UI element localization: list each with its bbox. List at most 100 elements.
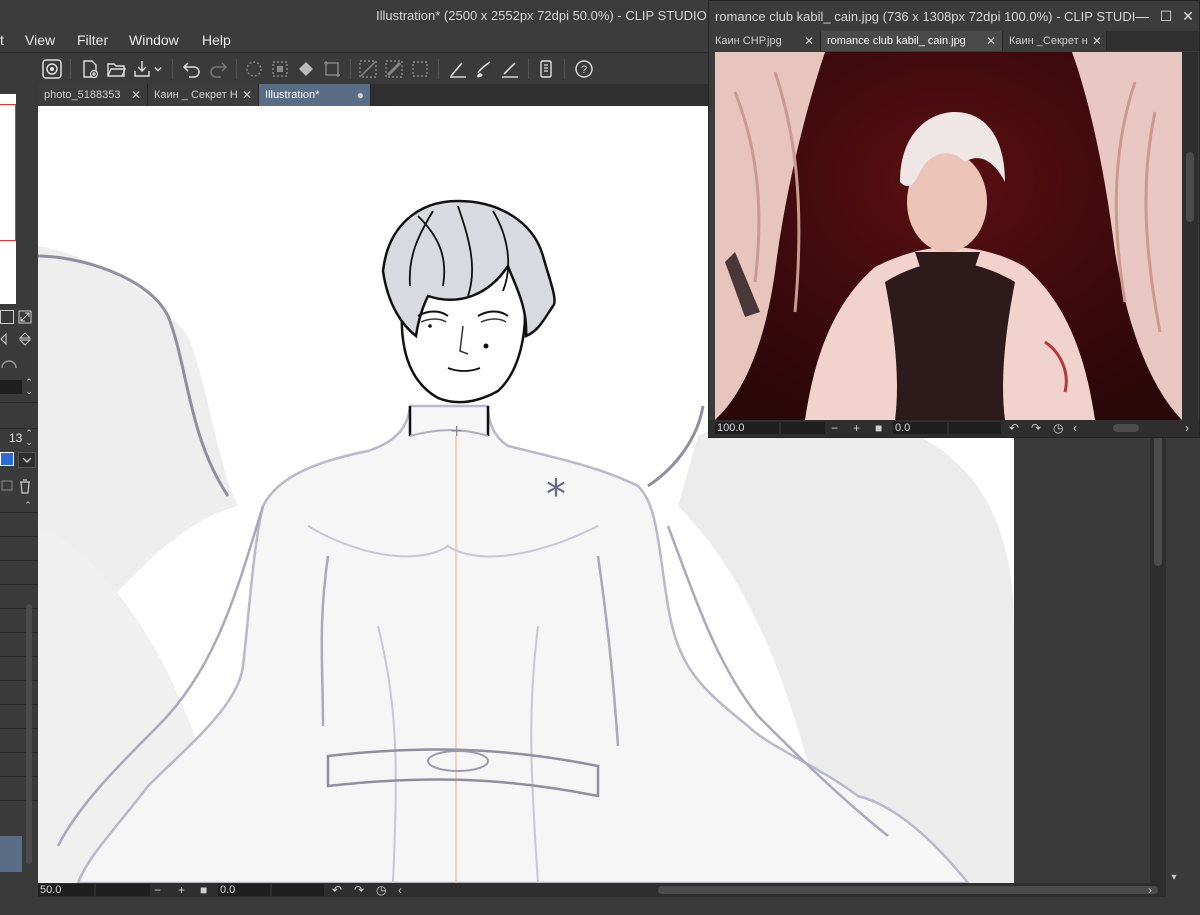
flip-vertical-icon[interactable] xyxy=(18,332,32,346)
grid-icon[interactable] xyxy=(382,57,406,81)
new-file-icon[interactable] xyxy=(78,57,102,81)
sub-zoom-field[interactable]: 100.0 xyxy=(715,422,779,434)
tablet-icon[interactable] xyxy=(534,57,558,81)
sub-vertical-scrollbar[interactable] xyxy=(1182,52,1198,420)
guide-icon[interactable] xyxy=(408,57,432,81)
modified-dot-icon[interactable]: ● xyxy=(353,88,364,102)
redo-icon[interactable] xyxy=(206,57,230,81)
sub-rotation-field[interactable]: 0.0 xyxy=(893,422,947,434)
menu-item-help[interactable]: Help xyxy=(202,32,231,48)
opacity-spinner-icon[interactable]: ⌃ ⌄ xyxy=(23,378,35,396)
tab-illustration[interactable]: Illustration* ● xyxy=(259,84,371,106)
zoom-field[interactable]: 50.0 xyxy=(38,884,94,896)
rotation-field[interactable]: 0.0 xyxy=(218,884,270,896)
menu-item-window[interactable]: Window xyxy=(129,32,179,48)
maximize-icon[interactable]: ☐ xyxy=(1157,7,1175,25)
horizontal-scrollbar-thumb[interactable] xyxy=(658,886,1158,894)
trash-icon[interactable] xyxy=(18,478,32,494)
close-icon[interactable]: ✕ xyxy=(800,34,814,48)
rotate-icon[interactable] xyxy=(0,356,18,370)
sub-window-tab-bar: Каин СНР.jpg ✕ romance club kabil_ cain.… xyxy=(709,31,1199,51)
sub-horizontal-scrollbar-thumb[interactable] xyxy=(1113,424,1139,432)
brush-size-value: 13 xyxy=(9,431,23,445)
fit-screen-icon[interactable] xyxy=(0,310,14,324)
tab-label: Каин _ Секрет Н xyxy=(154,89,238,101)
reset-rotation-icon[interactable]: ◷ xyxy=(1053,421,1063,435)
reset-rotation-icon[interactable]: ◷ xyxy=(376,883,386,897)
command-bar: ? xyxy=(0,52,710,84)
scroll-right-icon[interactable]: › xyxy=(1185,421,1189,435)
canvas-status-bar: 50.0 − + ■ 0.0 ↶ ↷ ◷ ‹ › xyxy=(38,883,1166,897)
tab-cain-secret[interactable]: Каин _ Секрет Н ✕ xyxy=(148,84,259,106)
menu-item-view[interactable]: View xyxy=(25,32,55,48)
bottom-dock-bar xyxy=(0,897,1200,915)
pen-settings-icon[interactable] xyxy=(446,57,470,81)
sub-rotation-slider[interactable] xyxy=(949,422,1001,434)
close-icon[interactable]: ✕ xyxy=(1088,34,1102,48)
flip-horizontal-icon[interactable] xyxy=(0,332,14,346)
transform-icon[interactable] xyxy=(320,57,344,81)
brush-icon[interactable] xyxy=(472,57,496,81)
shape-fill-icon[interactable] xyxy=(294,57,318,81)
svg-text:?: ? xyxy=(581,64,587,76)
navigator-thumbnail[interactable] xyxy=(0,94,16,304)
scroll-right-icon[interactable]: › xyxy=(1148,883,1152,897)
tab-cain-secret-sub[interactable]: Каин _Секрет н ✕ xyxy=(1003,31,1107,51)
fit-icon[interactable]: ■ xyxy=(875,421,882,435)
help-icon[interactable]: ? xyxy=(572,57,596,81)
main-color-swatch[interactable] xyxy=(0,452,14,466)
main-window-title: Illustration* (2500 x 2552px 72dpi 50.0%… xyxy=(376,8,707,23)
close-icon[interactable]: ✕ xyxy=(1179,7,1197,25)
sub-zoom-slider[interactable] xyxy=(781,422,825,434)
clip-studio-icon[interactable] xyxy=(40,57,64,81)
close-icon[interactable]: ✕ xyxy=(127,88,141,102)
zoom-in-icon[interactable]: + xyxy=(178,883,185,897)
menu-item-edit-partial[interactable]: t xyxy=(0,32,4,48)
reference-image[interactable] xyxy=(715,52,1182,420)
zoom-out-icon[interactable]: − xyxy=(154,883,161,897)
rotation-slider[interactable] xyxy=(272,884,324,896)
sub-window-status-bar: 100.0 − + ■ 0.0 ↶ ↷ ◷ ‹ › xyxy=(709,420,1199,437)
scroll-down-icon[interactable]: ▾ xyxy=(1166,872,1182,884)
selected-layer-row[interactable] xyxy=(0,836,22,872)
tab-label: Каин СНР.jpg xyxy=(715,35,782,47)
opacity-field[interactable] xyxy=(0,380,22,394)
ruler-icon[interactable] xyxy=(356,57,380,81)
close-icon[interactable]: ✕ xyxy=(238,88,252,102)
sub-window-title: romance club kabil_ cain.jpg (736 x 1308… xyxy=(715,9,1135,24)
scroll-left-icon[interactable]: ‹ xyxy=(398,883,402,897)
close-icon[interactable]: ✕ xyxy=(982,34,996,48)
tab-romance-club[interactable]: romance club kabil_ cain.jpg ✕ xyxy=(821,31,1003,51)
rotate-left-icon[interactable]: ↶ xyxy=(1009,421,1019,435)
tab-label: photo_5188353 xyxy=(44,89,121,101)
svg-text:*: * xyxy=(546,472,566,518)
menu-item-filter[interactable]: Filter xyxy=(77,32,108,48)
menu-bar: t View Filter Window Help xyxy=(0,30,710,52)
zoom-slider[interactable] xyxy=(96,884,150,896)
fit-icon[interactable]: ■ xyxy=(200,883,207,897)
layer-scrollbar[interactable] xyxy=(26,604,32,864)
save-dropdown-chevron-icon[interactable] xyxy=(150,57,166,81)
fill-icon[interactable] xyxy=(268,57,292,81)
clear-icon[interactable] xyxy=(242,57,266,81)
tab-photo[interactable]: photo_5188353 ✕ xyxy=(38,84,148,106)
zoom-out-icon[interactable]: − xyxy=(831,421,838,435)
zoom-in-icon[interactable]: + xyxy=(853,421,860,435)
undo-icon[interactable] xyxy=(180,57,204,81)
rotate-right-icon[interactable]: ↷ xyxy=(1031,421,1041,435)
color-dropdown-icon[interactable] xyxy=(18,452,36,468)
layer-scroll-up-icon[interactable]: ⌃ xyxy=(22,500,34,512)
minimize-icon[interactable]: — xyxy=(1133,7,1151,25)
open-folder-icon[interactable] xyxy=(104,57,128,81)
rotate-right-icon[interactable]: ↷ xyxy=(354,883,364,897)
layer-copy-icon[interactable] xyxy=(0,478,14,492)
brush-size-spinner-icon[interactable]: ⌃ ⌄ xyxy=(23,429,35,447)
scroll-left-icon[interactable]: ‹ xyxy=(1073,421,1077,435)
pen-icon[interactable] xyxy=(498,57,522,81)
left-dock-panel: ⌃⌄ 13 ⌃⌄ ⌃ ︽ xyxy=(0,84,38,915)
rotate-left-icon[interactable]: ↶ xyxy=(332,883,342,897)
svg-text:+: + xyxy=(450,421,463,440)
tab-cain-chr[interactable]: Каин СНР.jpg ✕ xyxy=(709,31,821,51)
scrollbar-thumb[interactable] xyxy=(1186,152,1194,222)
expand-icon[interactable] xyxy=(18,310,32,324)
